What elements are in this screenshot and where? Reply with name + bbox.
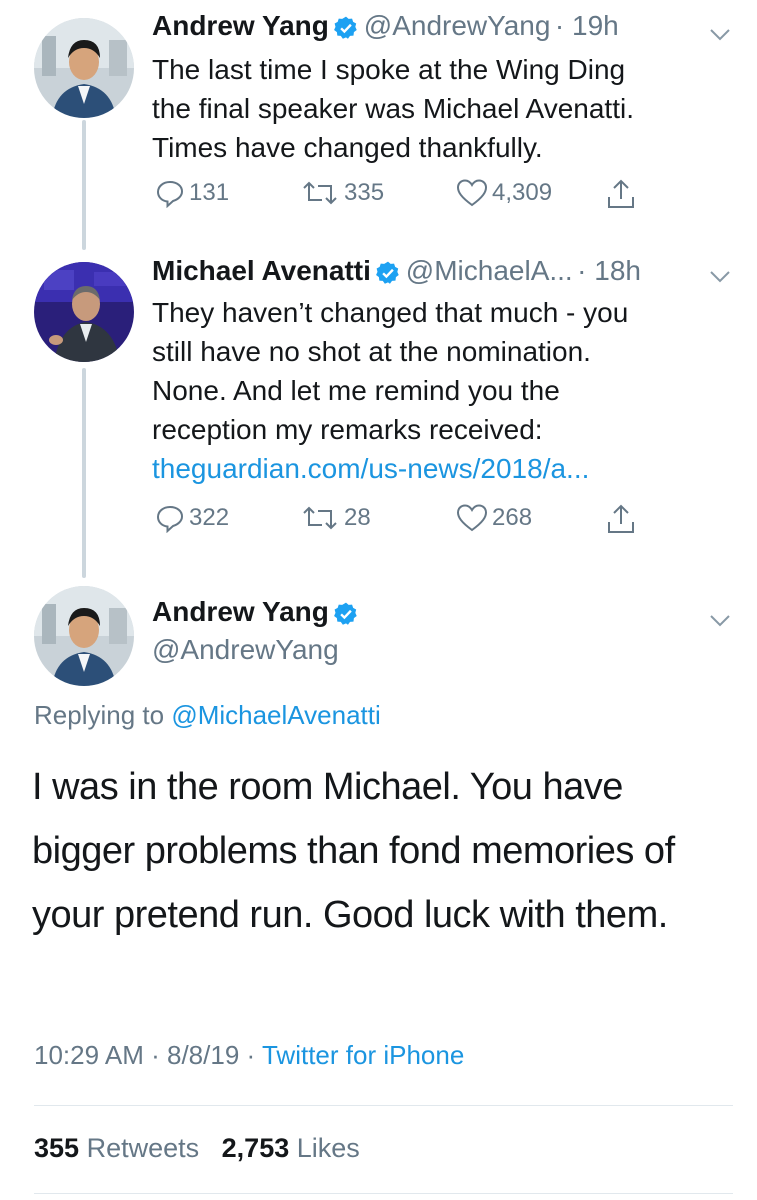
reply-button[interactable]: 131 [155, 178, 229, 208]
retweet-icon [303, 506, 337, 530]
likes-count: 2,753 [221, 1133, 290, 1163]
verified-badge-icon [333, 601, 359, 632]
retweet-count: 335 [344, 179, 385, 206]
avatar-andrew-yang[interactable] [34, 18, 134, 118]
chevron-down-icon[interactable] [706, 20, 734, 48]
reply-icon [156, 180, 184, 208]
tweet-date: 8/8/19 [167, 1040, 240, 1070]
tweet-stats: 355 Retweets 2,753 Likes [34, 1133, 360, 1164]
like-button[interactable]: 268 [456, 503, 532, 533]
chevron-down-icon[interactable] [706, 262, 734, 290]
divider [34, 1193, 733, 1194]
tweet2-time: · 18h [577, 255, 641, 286]
replying-to-label: Replying to [34, 700, 165, 730]
like-count: 268 [492, 504, 533, 531]
avatar-michael-avenatti[interactable] [34, 262, 134, 362]
retweet-count: 28 [344, 504, 371, 531]
retweet-button[interactable]: 28 [300, 503, 371, 533]
like-count: 4,309 [492, 179, 553, 206]
replying-to: Replying to @MichaelAvenatti [34, 700, 381, 731]
reply-button[interactable]: 322 [155, 503, 229, 533]
tweet-time: 10:29 AM [34, 1040, 144, 1070]
retweets-stat[interactable]: 355 Retweets [34, 1133, 199, 1163]
tweet2-name[interactable]: Michael Avenatti [152, 255, 371, 286]
tweet1-handle[interactable]: @AndrewYang [364, 10, 551, 41]
tweet1-time: · 19h [554, 10, 619, 41]
tweet2-link[interactable]: theguardian.com/us-news/2018/a... [152, 449, 589, 488]
share-icon [608, 504, 634, 533]
retweet-icon [303, 181, 337, 205]
tweet1-name[interactable]: Andrew Yang [152, 10, 329, 41]
main-tweet-name[interactable]: Andrew Yang [152, 596, 329, 627]
retweets-count: 355 [34, 1133, 80, 1163]
share-icon [608, 179, 634, 208]
reply-count: 131 [189, 179, 230, 206]
heart-icon [456, 504, 488, 532]
retweet-button[interactable]: 335 [300, 178, 384, 208]
main-tweet-text: I was in the room Michael. You have bigg… [32, 766, 675, 936]
heart-icon [456, 179, 488, 207]
tweet1-text: The last time I spoke at the Wing Ding t… [152, 54, 634, 163]
thread-line [82, 368, 86, 578]
reply-icon [156, 505, 184, 533]
retweets-label: Retweets [86, 1133, 200, 1163]
verified-badge-icon [333, 15, 359, 46]
tweet2-handle[interactable]: @MichaelA... [406, 255, 573, 286]
reply-count: 322 [189, 504, 230, 531]
avatar-andrew-yang[interactable] [34, 586, 134, 686]
tweet-source[interactable]: Twitter for iPhone [262, 1040, 464, 1070]
share-button[interactable] [606, 178, 640, 210]
share-button[interactable] [606, 503, 640, 535]
main-tweet-handle[interactable]: @AndrewYang [152, 634, 339, 666]
chevron-down-icon[interactable] [706, 606, 734, 634]
tweet2-text: They haven’t changed that much - you sti… [152, 297, 629, 445]
divider [34, 1105, 733, 1106]
like-button[interactable]: 4,309 [456, 178, 552, 208]
likes-stat[interactable]: 2,753 Likes [222, 1133, 360, 1163]
likes-label: Likes [296, 1133, 360, 1163]
thread-line [82, 120, 86, 250]
verified-badge-icon [375, 260, 401, 291]
tweet-meta: 10:29 AM · 8/8/19 · Twitter for iPhone [34, 1040, 465, 1070]
replying-to-handle[interactable]: @MichaelAvenatti [171, 700, 380, 730]
